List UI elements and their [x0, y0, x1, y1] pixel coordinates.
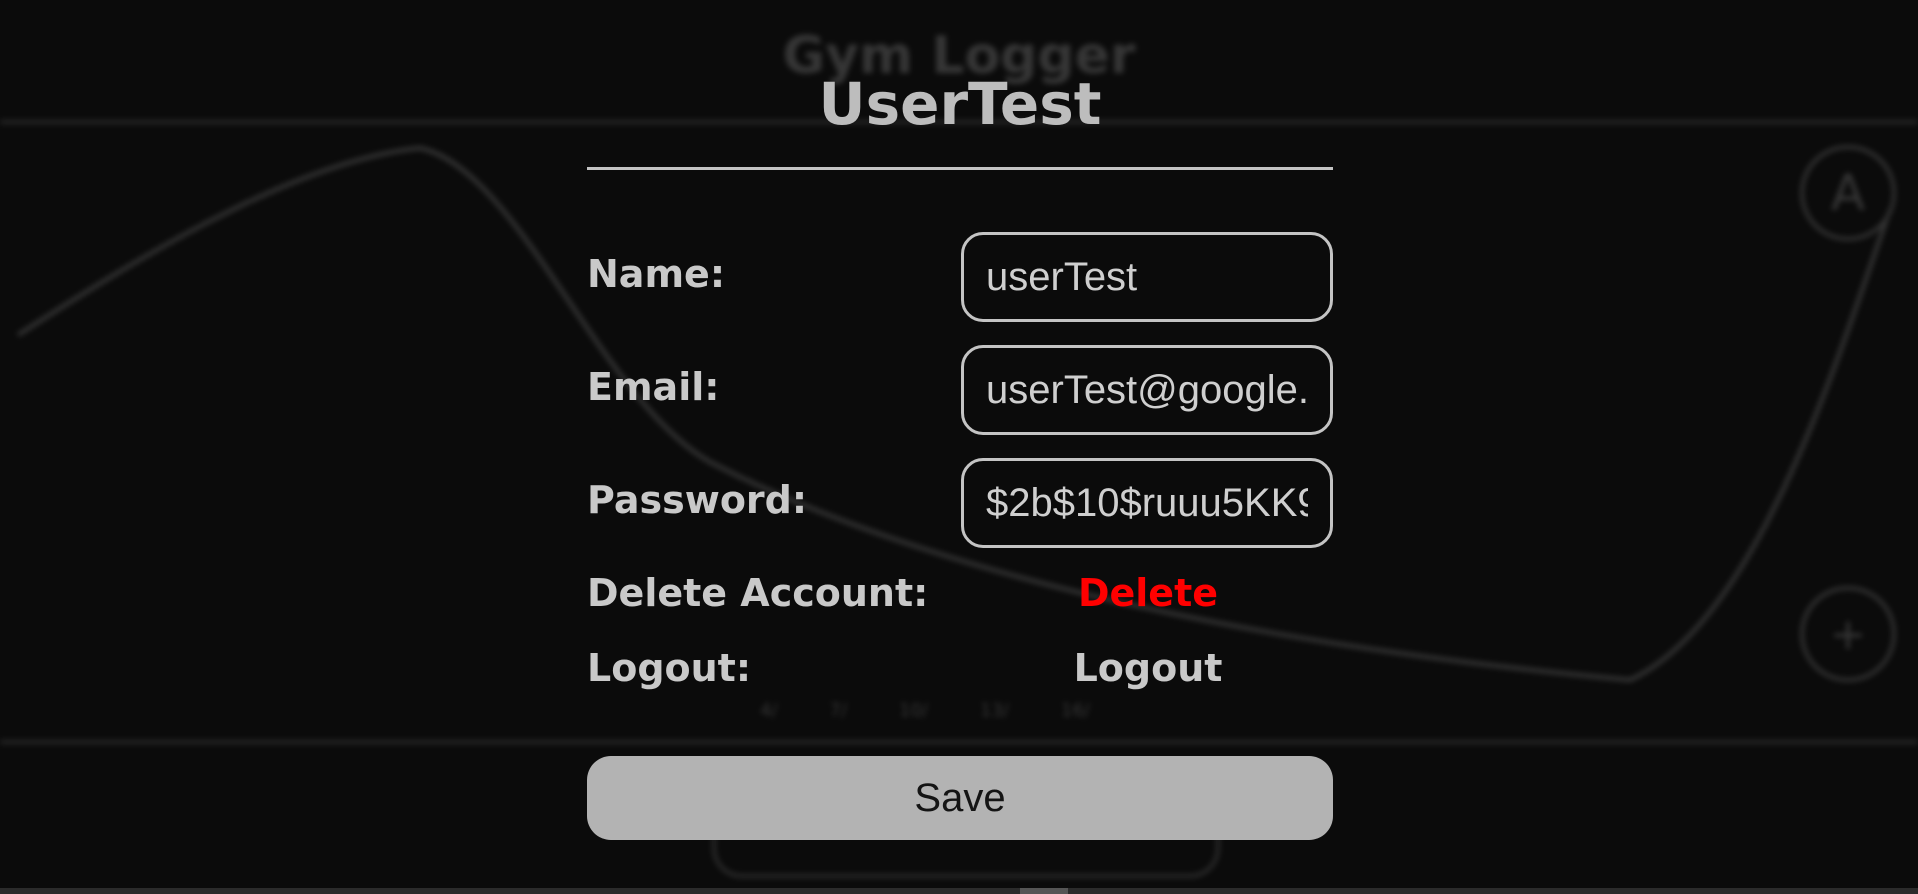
- logout-button[interactable]: Logout: [967, 646, 1329, 690]
- email-input[interactable]: [961, 345, 1333, 435]
- modal-title: UserTest: [818, 70, 1102, 138]
- logout-label: Logout:: [587, 646, 752, 690]
- avatar: A: [1800, 145, 1896, 241]
- add-icon: +: [1800, 586, 1896, 682]
- name-input[interactable]: [961, 232, 1333, 322]
- delete-account-label: Delete Account:: [587, 571, 929, 615]
- email-label: Email:: [587, 365, 720, 409]
- delete-account-button[interactable]: Delete: [967, 571, 1329, 615]
- save-button[interactable]: Save: [587, 756, 1333, 840]
- name-label: Name:: [587, 252, 726, 296]
- user-settings-modal: UserTest Name: Email: Password: Delete A…: [587, 0, 1333, 894]
- title-divider: [587, 167, 1333, 170]
- password-input[interactable]: [961, 458, 1333, 548]
- password-label: Password:: [587, 478, 808, 522]
